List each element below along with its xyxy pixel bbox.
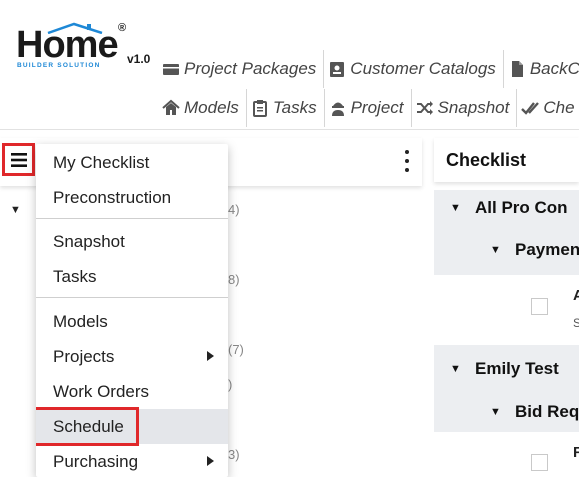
- menu-icon: [10, 152, 27, 167]
- logo-registered: ®: [118, 22, 127, 34]
- menu-item-schedule[interactable]: Schedule: [36, 407, 228, 446]
- checklist-subgroup[interactable]: ▼ Paymen: [434, 225, 579, 275]
- checklist-subgroup-label: Paymen: [515, 240, 579, 259]
- menu-item-snapshot[interactable]: Snapshot: [36, 224, 228, 259]
- checklist-subgroup[interactable]: ▼ Bid Req: [434, 392, 579, 432]
- nav-project-packages[interactable]: Project Packages: [158, 50, 325, 88]
- nav-backcharges[interactable]: BackCh: [504, 50, 579, 88]
- menu-item-label: Tasks: [53, 266, 97, 286]
- double-check-icon: [521, 99, 540, 117]
- truck-icon: [162, 60, 180, 78]
- tree-count: 8): [228, 272, 240, 287]
- tree-count: ): [228, 377, 233, 392]
- submenu-arrow-icon: [207, 351, 214, 361]
- checklist-item-title: F: [573, 444, 579, 461]
- nav-label: BackCh: [529, 59, 579, 78]
- tree-expand-caret[interactable]: ▼: [10, 204, 21, 216]
- user-hardhat-icon: [329, 99, 347, 117]
- nav-checklist[interactable]: Che: [517, 89, 579, 127]
- expand-caret-icon[interactable]: ▼: [490, 244, 501, 256]
- menu-item-preconstruction[interactable]: Preconstruction: [36, 180, 228, 215]
- expand-caret-icon[interactable]: ▼: [450, 363, 461, 375]
- menu-item-tasks[interactable]: Tasks: [36, 259, 228, 294]
- home-builder-logo[interactable]: Home ® BUILDER SOLUTION v1.0: [16, 22, 156, 72]
- checklist-group-label: Emily Test: [475, 358, 559, 378]
- menu-item-work-orders[interactable]: Work Orders: [36, 374, 228, 409]
- logo-word: Home: [16, 24, 119, 66]
- menu-item-models[interactable]: Models: [36, 304, 228, 339]
- menu-item-label: Snapshot: [53, 231, 125, 251]
- nav-customer-catalogs[interactable]: Customer Catalogs: [324, 50, 504, 88]
- checklist-group[interactable]: ▼ Emily Test: [434, 345, 579, 392]
- nav-label: Che: [543, 98, 575, 117]
- nav-row-secondary: Models Tasks Project Snapshot Che: [158, 89, 579, 127]
- main-navigation-menu: My Checklist Preconstruction Snapshot Ta…: [36, 144, 228, 477]
- nav-project[interactable]: Project: [325, 89, 412, 127]
- tree-count: (7): [228, 342, 244, 357]
- menu-item-label: Projects: [53, 346, 115, 366]
- id-card-icon: [328, 60, 346, 78]
- nav-snapshot[interactable]: Snapshot: [412, 89, 518, 127]
- tree-count: 4): [228, 202, 240, 217]
- menu-item-projects[interactable]: Projects: [36, 339, 228, 374]
- checklist-item-checkbox[interactable]: [531, 454, 548, 471]
- nav-label: Snapshot: [437, 98, 510, 117]
- nav-models[interactable]: Models: [158, 89, 247, 127]
- expand-caret-icon[interactable]: ▼: [450, 202, 461, 214]
- menu-item-label: Work Orders: [53, 381, 150, 401]
- menu-item-label: Preconstruction: [53, 187, 172, 207]
- nav-label: Models: [184, 98, 239, 117]
- menu-item-purchasing[interactable]: Purchasing: [36, 444, 228, 477]
- app-header: Home ® BUILDER SOLUTION v1.0 Project Pac…: [0, 0, 579, 130]
- checklist-title: Checklist: [434, 138, 579, 182]
- checklist-panel: Checklist ▼ All Pro Con ▼ Paymen A S ▼ E…: [434, 138, 579, 477]
- menu-divider: [36, 218, 228, 219]
- hamburger-menu-button[interactable]: [2, 143, 35, 176]
- checklist-item: A S: [434, 275, 579, 345]
- clipboard-icon: [251, 99, 269, 117]
- menu-item-label: Purchasing: [53, 451, 139, 471]
- nav-label: Customer Catalogs: [350, 59, 496, 78]
- nav-label: Project: [350, 98, 404, 117]
- logo-subtitle: BUILDER SOLUTION: [17, 62, 101, 69]
- checklist-item-title: A: [573, 287, 579, 304]
- menu-divider: [36, 297, 228, 298]
- menu-item-my-checklist[interactable]: My Checklist: [36, 145, 228, 180]
- checklist-subgroup-label: Bid Req: [515, 402, 579, 421]
- checklist-group-label: All Pro Con: [475, 197, 568, 217]
- menu-item-label: Models: [53, 311, 108, 331]
- nav-label: Tasks: [272, 98, 317, 117]
- nav-tasks[interactable]: Tasks: [247, 89, 325, 127]
- checklist-group[interactable]: ▼ All Pro Con: [434, 190, 579, 225]
- menu-item-label: My Checklist: [53, 152, 150, 172]
- expand-caret-icon[interactable]: ▼: [490, 406, 501, 418]
- selection-highlight-box: [36, 407, 139, 446]
- tree-count: 3): [228, 447, 240, 462]
- checklist-item-subtitle: S: [573, 316, 579, 330]
- checklist-item: F: [434, 432, 579, 477]
- more-options-icon[interactable]: [400, 150, 414, 172]
- checklist-item-checkbox[interactable]: [531, 298, 548, 315]
- file-icon: [508, 60, 526, 78]
- logo-version: v1.0: [127, 52, 151, 66]
- submenu-arrow-icon: [207, 456, 214, 466]
- nav-row-primary: Project Packages Customer Catalogs BackC…: [158, 50, 579, 88]
- nav-label: Project Packages: [184, 59, 317, 78]
- home-icon: [162, 99, 180, 117]
- shuffle-icon: [416, 99, 434, 117]
